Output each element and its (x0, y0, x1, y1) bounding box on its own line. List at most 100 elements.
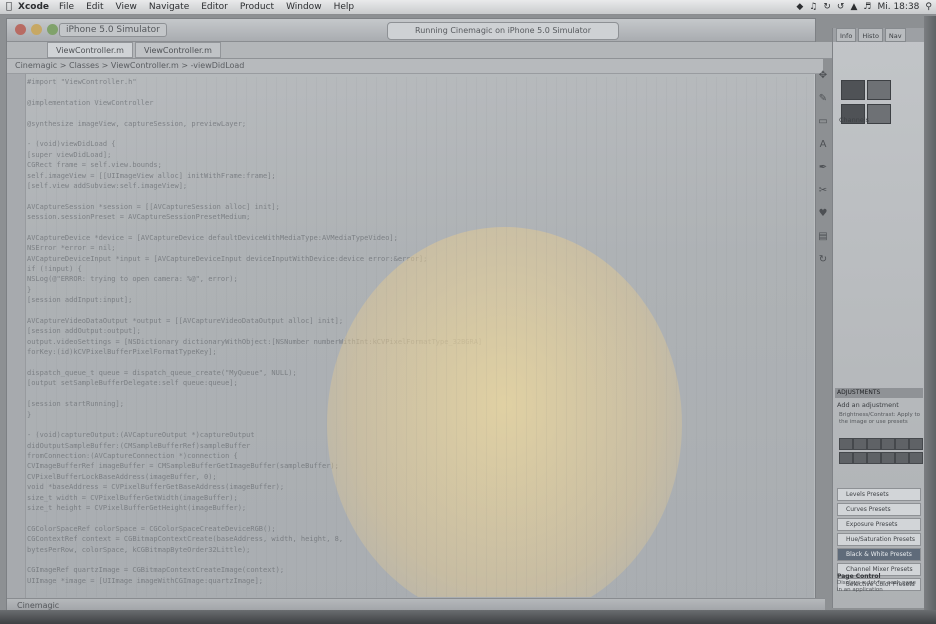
rotate-icon[interactable]: ↻ (819, 254, 827, 265)
tab-viewcontroller[interactable]: ViewController.m (47, 42, 133, 58)
exposure-icon[interactable] (881, 438, 895, 450)
close-icon[interactable] (15, 24, 26, 35)
code-line: NSError *error = nil; (27, 244, 116, 253)
spotlight-icon[interactable]: ⚲ (925, 0, 932, 14)
move-tool-icon[interactable]: ✥ (819, 70, 827, 81)
preset-item[interactable]: Curves Presets (837, 503, 921, 516)
code-line: session.sessionPreset = AVCaptureSession… (27, 213, 251, 222)
menu-bar:  Xcode File Edit View Navigate Editor P… (0, 0, 936, 15)
posterize-icon[interactable] (909, 452, 923, 464)
menu-product[interactable]: Product (240, 0, 274, 14)
menu-editor[interactable]: Editor (201, 0, 228, 14)
channel-mixer-icon[interactable] (881, 452, 895, 464)
text-tool-icon[interactable]: A (820, 139, 827, 150)
swatch[interactable] (841, 80, 865, 100)
window-controls (15, 24, 58, 35)
preset-item[interactable]: Black & White Presets (837, 548, 921, 561)
wifi-icon[interactable]: ▲ (850, 0, 857, 14)
minimize-icon[interactable] (31, 24, 42, 35)
code-line: [session addOutput:output]; (27, 327, 141, 336)
tab-viewcontroller-2[interactable]: ViewController.m (134, 42, 221, 58)
code-line: if (!input) { (27, 265, 82, 274)
brush-tool-icon[interactable]: ✎ (819, 93, 827, 104)
dock-area (0, 610, 936, 624)
code-line: didOutputSampleBuffer:(CMSampleBufferRef… (27, 441, 251, 450)
code-line: - (void)captureOutput:(AVCaptureOutput *… (27, 431, 255, 440)
curves-icon[interactable] (867, 438, 881, 450)
code-line: [session startRunning]; (27, 400, 124, 409)
volume-icon[interactable]: ♬ (863, 0, 871, 14)
code-line: @implementation ViewController (27, 98, 154, 107)
code-line: #import "ViewController.h" (27, 78, 137, 86)
window-toolbar: iPhone 5.0 Simulator Running Cinemagic o… (7, 19, 815, 42)
code-line: CGImageRef quartzImage = CGBitmapContext… (27, 566, 285, 575)
code-lines: #import "ViewController.h" @implementatio… (27, 77, 807, 597)
menu-view[interactable]: View (116, 0, 137, 14)
clock-text[interactable]: Mi. 18:38 (877, 0, 919, 14)
preset-item[interactable]: Levels Presets (837, 488, 921, 501)
code-line: CGRect frame = self.view.bounds; (27, 161, 162, 170)
bw-icon[interactable] (853, 452, 867, 464)
preset-item[interactable]: Hue/Saturation Presets (837, 533, 921, 546)
code-line: @synthesize imageView, captureSession, p… (27, 119, 247, 128)
tab-info[interactable]: Info (836, 28, 857, 42)
preset-item[interactable]: Exposure Presets (837, 518, 921, 531)
apple-menu-icon[interactable]:  (0, 0, 18, 14)
code-line: CVPixelBufferLockBaseAddress(imageBuffer… (27, 472, 217, 481)
code-line: output.videoSettings = [NSDictionary dic… (27, 337, 483, 346)
zoom-icon[interactable] (47, 24, 58, 35)
brightness-icon[interactable] (839, 438, 853, 450)
dropbox-icon[interactable]: ◆ (796, 0, 803, 14)
line-gutter (7, 74, 26, 599)
menu-window[interactable]: Window (286, 0, 322, 14)
tab-histogram[interactable]: Histo (858, 28, 883, 42)
color-balance-icon[interactable] (839, 452, 853, 464)
code-editor[interactable]: #import "ViewController.h" @implementatio… (27, 77, 807, 597)
levels-icon[interactable] (853, 438, 867, 450)
layers-icon[interactable]: ▤ (818, 231, 827, 242)
menu-file[interactable]: File (59, 0, 74, 14)
code-line: AVCaptureDevice *device = [AVCaptureDevi… (27, 233, 398, 242)
scheme-selector[interactable]: iPhone 5.0 Simulator (59, 23, 167, 37)
music-icon[interactable]: ♫ (809, 0, 817, 14)
tab-bar: ViewController.m ViewController.m (7, 42, 855, 59)
help-panel: Page Control Displays a dot for each pag… (837, 573, 921, 594)
invert-icon[interactable] (895, 452, 909, 464)
jump-bar[interactable]: Cinemagic > Classes > ViewController.m >… (7, 59, 823, 74)
pen-tool-icon[interactable]: ✒ (819, 162, 827, 173)
code-line: } (27, 285, 32, 294)
swatch[interactable] (867, 104, 891, 124)
code-line: } (27, 410, 32, 419)
help-title: Page Control (837, 573, 881, 580)
menu-navigate[interactable]: Navigate (149, 0, 189, 14)
swatch[interactable] (867, 80, 891, 100)
menu-app-name[interactable]: Xcode (18, 0, 49, 14)
code-line: CGContextRef context = CGBitmapContextCr… (27, 535, 344, 544)
scissors-icon[interactable]: ✂ (819, 185, 827, 196)
sync-icon[interactable]: ↻ (823, 0, 831, 14)
adjustments-header[interactable]: ADJUSTMENTS (835, 388, 923, 398)
help-text: Displays a dot for each page in an appli… (837, 580, 916, 593)
vibrance-icon[interactable] (895, 438, 909, 450)
code-line: fromConnection:(AVCaptureConnection *)co… (27, 452, 238, 461)
time-machine-icon[interactable]: ↺ (837, 0, 845, 14)
photo-filter-icon[interactable] (867, 452, 881, 464)
eraser-tool-icon[interactable]: ▭ (818, 116, 827, 127)
heart-icon[interactable]: ♥ (819, 208, 828, 219)
code-line: size_t width = CVPixelBufferGetWidth(ima… (27, 493, 238, 502)
hue-icon[interactable] (909, 438, 923, 450)
tab-navigator[interactable]: Nav (884, 28, 906, 42)
code-line: AVCaptureSession *session = [[AVCaptureS… (27, 202, 280, 211)
menu-edit[interactable]: Edit (86, 0, 103, 14)
channels-label: Channels (839, 116, 870, 124)
menu-help[interactable]: Help (334, 0, 355, 14)
code-line: size_t height = CVPixelBufferGetHeight(i… (27, 504, 247, 513)
